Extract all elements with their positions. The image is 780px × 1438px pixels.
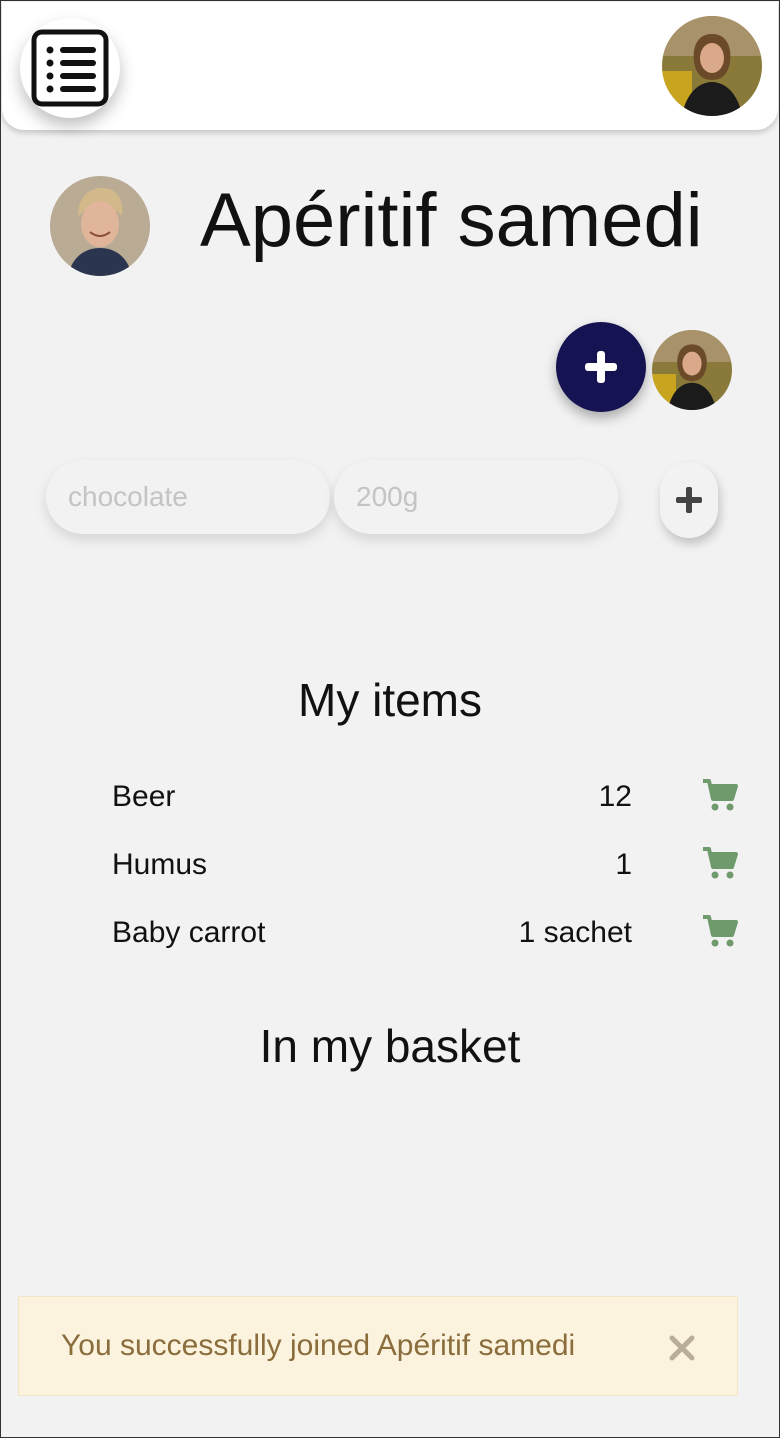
member-avatar[interactable] <box>652 330 732 410</box>
list-item: Baby carrot 1 sachet <box>112 908 742 958</box>
list-item: Humus 1 <box>112 840 742 890</box>
my-items-heading: My items <box>298 674 482 726</box>
basket-heading: In my basket <box>259 1020 521 1072</box>
item-quantity: 1 <box>615 848 632 881</box>
item-name: Humus <box>112 848 208 881</box>
plus-icon <box>585 351 617 383</box>
item-name-input[interactable] <box>46 460 330 534</box>
success-toast: You successfully joined Apéritif samedi <box>18 1296 738 1396</box>
user-avatar[interactable] <box>662 16 762 116</box>
page-title: Apéritif samedi <box>200 178 703 263</box>
cart-icon[interactable] <box>702 914 738 948</box>
add-member-button[interactable] <box>556 322 646 412</box>
item-quantity: 12 <box>598 780 632 813</box>
close-icon[interactable] <box>667 1333 697 1363</box>
owner-avatar <box>50 176 150 276</box>
list-icon <box>31 29 109 107</box>
cart-icon[interactable] <box>702 846 738 880</box>
item-quantity: 1 sachet <box>518 916 632 949</box>
add-item-button[interactable] <box>660 462 718 538</box>
item-name: Baby carrot <box>112 916 266 949</box>
plus-icon <box>676 487 702 513</box>
list-item: Beer 12 <box>112 772 742 822</box>
cart-icon[interactable] <box>702 778 738 812</box>
item-quantity-input[interactable] <box>334 460 618 534</box>
item-name: Beer <box>112 780 176 813</box>
menu-button[interactable] <box>20 18 120 118</box>
toast-message: You successfully joined Apéritif samedi <box>61 1329 576 1362</box>
